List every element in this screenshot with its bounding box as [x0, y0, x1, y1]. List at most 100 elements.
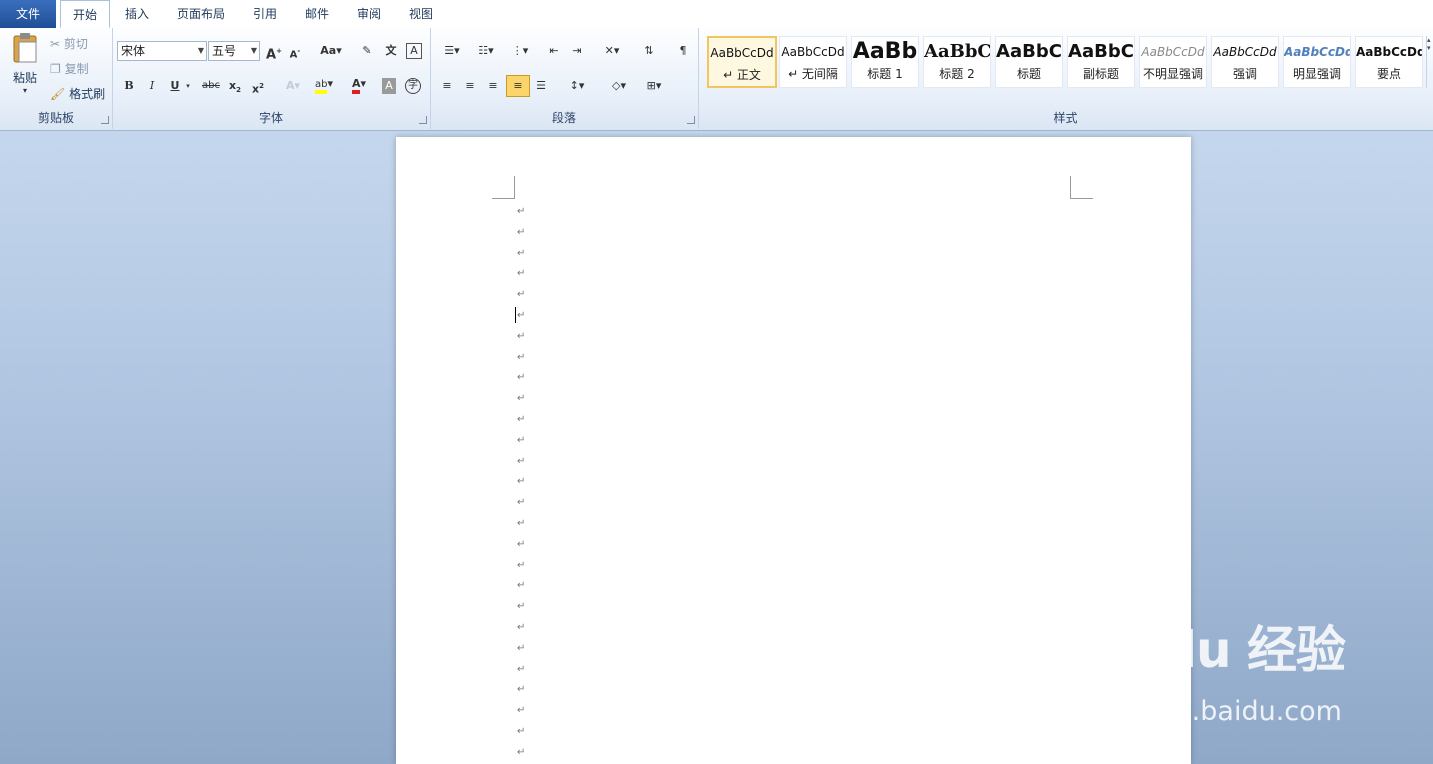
cut-button[interactable]: ✂ 剪切: [50, 35, 88, 52]
style-sample: AaBbC: [924, 41, 990, 62]
paste-button[interactable]: 粘贴 ▾: [8, 32, 42, 102]
tab-page-layout[interactable]: 页面布局: [168, 0, 234, 28]
style-sample: AaBbCcDd: [1213, 45, 1277, 59]
style-subtle-emphasis[interactable]: AaBbCcDd 不明显强调: [1139, 36, 1207, 88]
chevron-down-icon[interactable]: ▾: [184, 78, 192, 94]
ribbon-tab-bar: 文件 开始 插入 页面布局 引用 邮件 审阅 视图: [0, 0, 1433, 29]
watermark-url: jingyan.baidu.com: [1092, 696, 1342, 727]
style-intense-emphasis[interactable]: AaBbCcDd 明显强调: [1283, 36, 1351, 88]
watermark-logo: Bai du 经验: [1058, 621, 1346, 679]
multilevel-list-icon[interactable]: ⋮▾: [506, 43, 534, 59]
font-launcher-icon[interactable]: [419, 116, 427, 124]
paste-icon: [13, 33, 37, 63]
paragraph-mark: ↵: [517, 206, 526, 217]
style-sample: AaBbCcDd: [1141, 45, 1205, 59]
style-no-spacing[interactable]: AaBbCcDd ↵ 无间隔: [779, 36, 847, 88]
paragraph-mark: ↵: [517, 663, 526, 675]
paragraph-mark: ↵: [517, 746, 526, 758]
align-left-icon[interactable]: ≡: [438, 78, 456, 94]
text-effects-icon[interactable]: A▾: [280, 78, 306, 94]
paragraph-mark: ↵: [517, 476, 526, 488]
strikethrough-icon[interactable]: abc: [200, 78, 222, 94]
underline-icon[interactable]: U: [166, 78, 184, 94]
justify-icon[interactable]: ≡: [506, 75, 530, 97]
align-center-icon[interactable]: ≡: [461, 78, 479, 94]
copy-button[interactable]: ❐ 复制: [50, 60, 89, 77]
paragraph-mark: ↵: [517, 497, 526, 509]
margin-corner-top-right: [1070, 176, 1093, 199]
paragraph-mark: ↵: [517, 372, 526, 384]
superscript-icon[interactable]: x2: [249, 78, 267, 96]
highlight-icon[interactable]: ab▾: [310, 76, 338, 94]
style-sample: AaBbCcDd: [781, 45, 845, 59]
paragraph-launcher-icon[interactable]: [687, 116, 695, 124]
tab-mailings[interactable]: 邮件: [296, 0, 338, 28]
bold-icon[interactable]: B: [120, 78, 138, 94]
brush-icon: 🖌: [50, 87, 66, 101]
increase-indent-icon[interactable]: ⇥: [568, 43, 586, 59]
style-name: 标题: [1016, 67, 1041, 81]
font-color-icon[interactable]: A▾: [345, 76, 373, 94]
grow-font-icon[interactable]: A+: [265, 43, 283, 62]
style-heading-2[interactable]: AaBbC 标题 2: [923, 36, 991, 88]
tab-insert[interactable]: 插入: [114, 0, 160, 28]
tab-file[interactable]: 文件: [0, 0, 56, 28]
shading-icon[interactable]: ◇▾: [604, 78, 634, 94]
style-name: 不明显强调: [1142, 67, 1203, 81]
borders-icon[interactable]: ⊞▾: [640, 78, 668, 94]
chevron-down-icon: ▼: [197, 46, 204, 55]
style-normal[interactable]: AaBbCcDd ↵ 正文: [707, 36, 777, 88]
phonetic-guide-icon[interactable]: 文: [382, 43, 400, 59]
show-marks-icon[interactable]: ¶: [674, 43, 692, 59]
tab-review[interactable]: 审阅: [348, 0, 390, 28]
scissors-icon: ✂: [50, 37, 61, 51]
style-name: ↵ 正文: [723, 68, 761, 82]
paragraph-mark: ↵: [517, 622, 526, 633]
paragraph-mark: ↵: [517, 289, 526, 301]
numbering-icon[interactable]: ☷▾: [472, 43, 500, 59]
paragraph-mark: ↵: [517, 393, 526, 405]
italic-icon[interactable]: I: [143, 78, 161, 94]
style-sample: AaBbCcDd: [710, 46, 774, 60]
style-name: 明显强调: [1292, 67, 1341, 81]
styles-group: AaBbCcDd ↵ 正文 AaBbCcDd ↵ 无间隔 AaBb 标题 1 A…: [698, 28, 1433, 129]
format-painter-button[interactable]: 🖌 格式刷: [50, 85, 105, 102]
styles-scroll-icon[interactable]: ▴ ▾: [1426, 36, 1433, 88]
paragraph-mark: ↵: [517, 684, 526, 696]
font-name-combo[interactable]: 宋体 ▼: [117, 41, 207, 61]
enclose-characters-icon[interactable]: 字: [405, 78, 421, 94]
clear-formatting-icon[interactable]: ✎: [358, 43, 376, 59]
align-right-icon[interactable]: ≡: [484, 78, 502, 94]
change-case-icon[interactable]: Aa▾: [317, 43, 345, 59]
style-emphasis[interactable]: AaBbCcDd 强调: [1211, 36, 1279, 88]
shrink-font-icon[interactable]: A-: [286, 43, 304, 60]
subscript-icon[interactable]: x2: [226, 78, 244, 94]
tab-view[interactable]: 视图: [400, 0, 442, 28]
character-shading-icon[interactable]: A: [382, 78, 396, 94]
style-title[interactable]: AaBbC 标题: [995, 36, 1063, 88]
tab-home[interactable]: 开始: [60, 0, 110, 28]
paragraph-mark: ↵: [517, 642, 526, 654]
clipboard-group: 粘贴 ▾ ✂ 剪切 ❐ 复制 🖌 格式刷 剪贴板: [0, 28, 113, 129]
sort-icon[interactable]: ⇅: [640, 43, 658, 59]
paragraph-mark: ↵: [517, 455, 526, 467]
tab-references[interactable]: 引用: [244, 0, 286, 28]
style-strong[interactable]: AaBbCcDd 要点: [1355, 36, 1423, 88]
paragraph-mark: ↵: [517, 580, 526, 592]
character-border-icon[interactable]: A: [406, 43, 422, 59]
bullets-icon[interactable]: ☰▾: [438, 43, 466, 59]
chinese-layout-icon[interactable]: ✕▾: [598, 43, 626, 59]
copy-label: 复制: [64, 62, 89, 76]
font-size-combo[interactable]: 五号 ▼: [208, 41, 260, 61]
format-painter-label: 格式刷: [69, 87, 106, 101]
clipboard-launcher-icon[interactable]: [101, 116, 109, 124]
style-subtitle[interactable]: AaBbC 副标题: [1067, 36, 1135, 88]
style-name: 标题 1: [867, 67, 903, 81]
style-name: ↵ 无间隔: [788, 67, 838, 81]
paragraph-mark: ↵: [517, 330, 526, 342]
line-spacing-icon[interactable]: ↕▾: [563, 78, 591, 94]
style-name: 强调: [1232, 67, 1257, 81]
distributed-icon[interactable]: ☰: [532, 78, 550, 94]
style-heading-1[interactable]: AaBb 标题 1: [851, 36, 919, 88]
decrease-indent-icon[interactable]: ⇤: [545, 43, 563, 59]
